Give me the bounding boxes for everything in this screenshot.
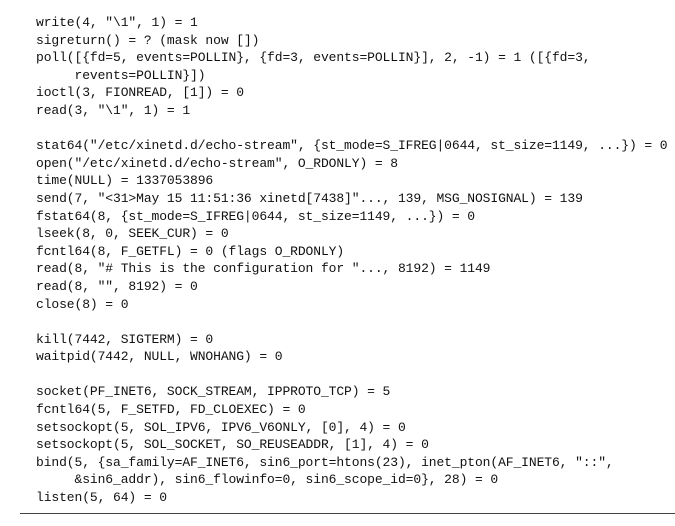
code-line: read(3, "\1", 1) = 1 bbox=[36, 103, 190, 118]
code-line: time(NULL) = 1337053896 bbox=[36, 173, 213, 188]
code-line: ioctl(3, FIONREAD, [1]) = 0 bbox=[36, 85, 244, 100]
code-line: &sin6_addr), sin6_flowinfo=0, sin6_scope… bbox=[36, 472, 498, 487]
code-line: poll([{fd=5, events=POLLIN}, {fd=3, even… bbox=[36, 50, 591, 65]
code-line: listen(5, 64) = 0 bbox=[36, 490, 167, 505]
code-line: fcntl64(5, F_SETFD, FD_CLOEXEC) = 0 bbox=[36, 402, 306, 417]
code-line: revents=POLLIN}]) bbox=[36, 68, 205, 83]
code-line: write(4, "\1", 1) = 1 bbox=[36, 15, 198, 30]
code-line: fcntl64(8, F_GETFL) = 0 (flags O_RDONLY) bbox=[36, 244, 344, 259]
code-listing: write(4, "\1", 1) = 1 sigreturn() = ? (m… bbox=[0, 0, 675, 526]
code-line: read(8, "# This is the configuration for… bbox=[36, 261, 490, 276]
code-line: close(8) = 0 bbox=[36, 297, 128, 312]
code-line: open("/etc/xinetd.d/echo-stream", O_RDON… bbox=[36, 156, 398, 171]
code-line: setsockopt(5, SOL_SOCKET, SO_REUSEADDR, … bbox=[36, 437, 429, 452]
code-line: stat64("/etc/xinetd.d/echo-stream", {st_… bbox=[36, 138, 668, 153]
code-line: fstat64(8, {st_mode=S_IFREG|0644, st_siz… bbox=[36, 209, 475, 224]
code-line: kill(7442, SIGTERM) = 0 bbox=[36, 332, 213, 347]
code-line: send(7, "<31>May 15 11:51:36 xinetd[7438… bbox=[36, 191, 583, 206]
code-line: bind(5, {sa_family=AF_INET6, sin6_port=h… bbox=[36, 455, 614, 470]
bottom-divider bbox=[20, 513, 675, 514]
code-line: sigreturn() = ? (mask now []) bbox=[36, 33, 259, 48]
code-line: lseek(8, 0, SEEK_CUR) = 0 bbox=[36, 226, 229, 241]
code-line: read(8, "", 8192) = 0 bbox=[36, 279, 198, 294]
code-line: socket(PF_INET6, SOCK_STREAM, IPPROTO_TC… bbox=[36, 384, 390, 399]
code-line: setsockopt(5, SOL_IPV6, IPV6_V6ONLY, [0]… bbox=[36, 420, 406, 435]
code-line: waitpid(7442, NULL, WNOHANG) = 0 bbox=[36, 349, 282, 364]
